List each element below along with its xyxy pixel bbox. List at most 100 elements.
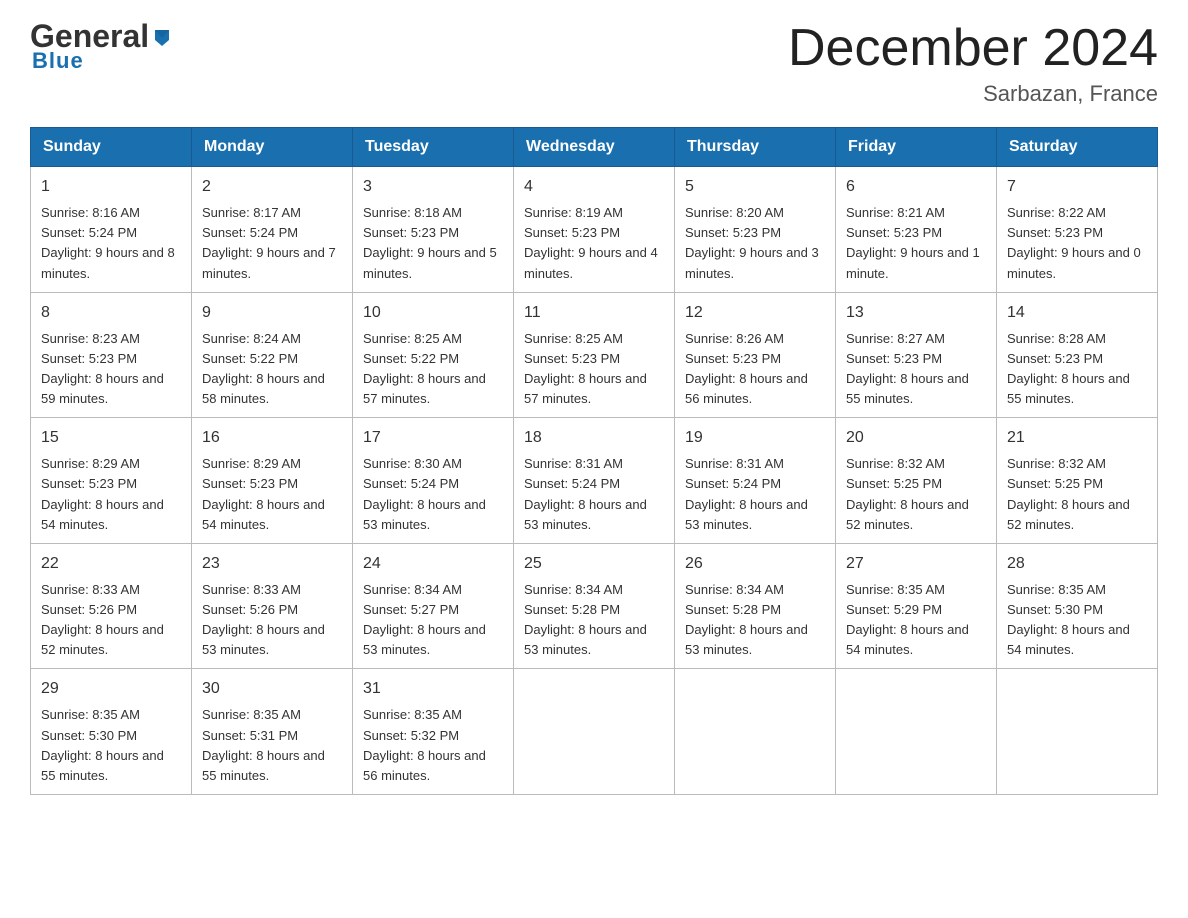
day-number: 19 bbox=[685, 426, 825, 450]
calendar-cell: 26Sunrise: 8:34 AMSunset: 5:28 PMDayligh… bbox=[675, 543, 836, 669]
calendar-body: 1 Sunrise: 8:16 AMSunset: 5:24 PMDaylight… bbox=[31, 167, 1158, 795]
day-info: Sunrise: 8:34 AMSunset: 5:28 PMDaylight:… bbox=[524, 580, 664, 661]
calendar-cell: 6 Sunrise: 8:21 AMSunset: 5:23 PMDaylight… bbox=[836, 167, 997, 293]
day-number: 5 bbox=[685, 175, 825, 199]
day-info: Sunrise: 8:35 AMSunset: 5:30 PMDaylight:… bbox=[41, 705, 181, 786]
calendar-cell: 30 Sunrise: 8:35 AMSunset: 5:31 PMDayligh… bbox=[192, 669, 353, 795]
day-info: Sunrise: 8:29 AMSunset: 5:23 PMDaylight:… bbox=[202, 454, 342, 535]
calendar-cell bbox=[836, 669, 997, 795]
calendar-cell: 2Sunrise: 8:17 AMSunset: 5:24 PMDaylight… bbox=[192, 167, 353, 293]
day-info: Sunrise: 8:31 AMSunset: 5:24 PMDaylight:… bbox=[524, 454, 664, 535]
day-number: 18 bbox=[524, 426, 664, 450]
calendar-cell: 28Sunrise: 8:35 AMSunset: 5:30 PMDayligh… bbox=[997, 543, 1158, 669]
day-header-wednesday: Wednesday bbox=[514, 128, 675, 167]
day-number: 25 bbox=[524, 552, 664, 576]
calendar-week-4: 22 Sunrise: 8:33 AMSunset: 5:26 PMDayligh… bbox=[31, 543, 1158, 669]
calendar-cell: 16 Sunrise: 8:29 AMSunset: 5:23 PMDayligh… bbox=[192, 418, 353, 544]
calendar-cell bbox=[514, 669, 675, 795]
day-number: 30 bbox=[202, 677, 342, 701]
day-number: 12 bbox=[685, 301, 825, 325]
calendar-cell: 10 Sunrise: 8:25 AMSunset: 5:22 PMDayligh… bbox=[353, 292, 514, 418]
calendar-cell: 25 Sunrise: 8:34 AMSunset: 5:28 PMDayligh… bbox=[514, 543, 675, 669]
day-number: 17 bbox=[363, 426, 503, 450]
day-info: Sunrise: 8:23 AMSunset: 5:23 PMDaylight:… bbox=[41, 329, 181, 410]
day-info: Sunrise: 8:35 AMSunset: 5:32 PMDaylight:… bbox=[363, 705, 503, 786]
calendar-week-2: 8 Sunrise: 8:23 AMSunset: 5:23 PMDaylight… bbox=[31, 292, 1158, 418]
day-number: 22 bbox=[41, 552, 181, 576]
day-number: 3 bbox=[363, 175, 503, 199]
day-header-tuesday: Tuesday bbox=[353, 128, 514, 167]
calendar-week-1: 1 Sunrise: 8:16 AMSunset: 5:24 PMDaylight… bbox=[31, 167, 1158, 293]
location: Sarbazan, France bbox=[788, 81, 1158, 107]
calendar-cell: 15 Sunrise: 8:29 AMSunset: 5:23 PMDayligh… bbox=[31, 418, 192, 544]
calendar-cell: 13 Sunrise: 8:27 AMSunset: 5:23 PMDayligh… bbox=[836, 292, 997, 418]
calendar-cell: 8 Sunrise: 8:23 AMSunset: 5:23 PMDaylight… bbox=[31, 292, 192, 418]
day-info: Sunrise: 8:34 AMSunset: 5:27 PMDaylight:… bbox=[363, 580, 503, 661]
title-area: December 2024 Sarbazan, France bbox=[788, 20, 1158, 107]
day-number: 21 bbox=[1007, 426, 1147, 450]
calendar-cell: 31 Sunrise: 8:35 AMSunset: 5:32 PMDayligh… bbox=[353, 669, 514, 795]
day-header-sunday: Sunday bbox=[31, 128, 192, 167]
day-info: Sunrise: 8:33 AMSunset: 5:26 PMDaylight:… bbox=[41, 580, 181, 661]
day-number: 28 bbox=[1007, 552, 1147, 576]
day-info: Sunrise: 8:29 AMSunset: 5:23 PMDaylight:… bbox=[41, 454, 181, 535]
calendar-cell: 22 Sunrise: 8:33 AMSunset: 5:26 PMDayligh… bbox=[31, 543, 192, 669]
day-number: 16 bbox=[202, 426, 342, 450]
calendar-cell: 27Sunrise: 8:35 AMSunset: 5:29 PMDayligh… bbox=[836, 543, 997, 669]
day-number: 24 bbox=[363, 552, 503, 576]
calendar-cell: 5 Sunrise: 8:20 AMSunset: 5:23 PMDaylight… bbox=[675, 167, 836, 293]
logo-blue-text: Blue bbox=[32, 48, 84, 74]
calendar-cell: 21Sunrise: 8:32 AMSunset: 5:25 PMDayligh… bbox=[997, 418, 1158, 544]
day-info: Sunrise: 8:26 AMSunset: 5:23 PMDaylight:… bbox=[685, 329, 825, 410]
day-number: 29 bbox=[41, 677, 181, 701]
day-number: 2 bbox=[202, 175, 342, 199]
calendar-cell: 11 Sunrise: 8:25 AMSunset: 5:23 PMDayligh… bbox=[514, 292, 675, 418]
calendar-cell: 29 Sunrise: 8:35 AMSunset: 5:30 PMDayligh… bbox=[31, 669, 192, 795]
calendar-cell: 24 Sunrise: 8:34 AMSunset: 5:27 PMDayligh… bbox=[353, 543, 514, 669]
day-info: Sunrise: 8:20 AMSunset: 5:23 PMDaylight:… bbox=[685, 203, 825, 284]
day-header-friday: Friday bbox=[836, 128, 997, 167]
calendar-cell: 12 Sunrise: 8:26 AMSunset: 5:23 PMDayligh… bbox=[675, 292, 836, 418]
day-header-saturday: Saturday bbox=[997, 128, 1158, 167]
day-info: Sunrise: 8:28 AMSunset: 5:23 PMDaylight:… bbox=[1007, 329, 1147, 410]
calendar-cell: 14Sunrise: 8:28 AMSunset: 5:23 PMDayligh… bbox=[997, 292, 1158, 418]
calendar-cell bbox=[675, 669, 836, 795]
day-info: Sunrise: 8:34 AMSunset: 5:28 PMDaylight:… bbox=[685, 580, 825, 661]
day-number: 11 bbox=[524, 301, 664, 325]
calendar-cell bbox=[997, 669, 1158, 795]
calendar-cell: 17 Sunrise: 8:30 AMSunset: 5:24 PMDayligh… bbox=[353, 418, 514, 544]
calendar-cell: 9Sunrise: 8:24 AMSunset: 5:22 PMDaylight… bbox=[192, 292, 353, 418]
day-number: 15 bbox=[41, 426, 181, 450]
day-info: Sunrise: 8:30 AMSunset: 5:24 PMDaylight:… bbox=[363, 454, 503, 535]
calendar-cell: 7Sunrise: 8:22 AMSunset: 5:23 PMDaylight… bbox=[997, 167, 1158, 293]
day-info: Sunrise: 8:25 AMSunset: 5:22 PMDaylight:… bbox=[363, 329, 503, 410]
day-number: 1 bbox=[41, 175, 181, 199]
day-number: 23 bbox=[202, 552, 342, 576]
day-info: Sunrise: 8:18 AMSunset: 5:23 PMDaylight:… bbox=[363, 203, 503, 284]
day-number: 10 bbox=[363, 301, 503, 325]
month-title: December 2024 bbox=[788, 20, 1158, 77]
calendar-cell: 18 Sunrise: 8:31 AMSunset: 5:24 PMDayligh… bbox=[514, 418, 675, 544]
calendar-table: SundayMondayTuesdayWednesdayThursdayFrid… bbox=[30, 127, 1158, 795]
day-number: 13 bbox=[846, 301, 986, 325]
day-info: Sunrise: 8:35 AMSunset: 5:31 PMDaylight:… bbox=[202, 705, 342, 786]
calendar-header: SundayMondayTuesdayWednesdayThursdayFrid… bbox=[31, 128, 1158, 167]
calendar-week-3: 15 Sunrise: 8:29 AMSunset: 5:23 PMDayligh… bbox=[31, 418, 1158, 544]
day-number: 31 bbox=[363, 677, 503, 701]
day-info: Sunrise: 8:16 AMSunset: 5:24 PMDaylight:… bbox=[41, 203, 181, 284]
day-info: Sunrise: 8:32 AMSunset: 5:25 PMDaylight:… bbox=[846, 454, 986, 535]
day-info: Sunrise: 8:22 AMSunset: 5:23 PMDaylight:… bbox=[1007, 203, 1147, 284]
day-info: Sunrise: 8:21 AMSunset: 5:23 PMDaylight:… bbox=[846, 203, 986, 284]
calendar-week-5: 29 Sunrise: 8:35 AMSunset: 5:30 PMDayligh… bbox=[31, 669, 1158, 795]
day-number: 8 bbox=[41, 301, 181, 325]
day-info: Sunrise: 8:19 AMSunset: 5:23 PMDaylight:… bbox=[524, 203, 664, 284]
day-info: Sunrise: 8:27 AMSunset: 5:23 PMDaylight:… bbox=[846, 329, 986, 410]
day-number: 4 bbox=[524, 175, 664, 199]
calendar-cell: 3 Sunrise: 8:18 AMSunset: 5:23 PMDaylight… bbox=[353, 167, 514, 293]
day-number: 6 bbox=[846, 175, 986, 199]
day-info: Sunrise: 8:25 AMSunset: 5:23 PMDaylight:… bbox=[524, 329, 664, 410]
logo-arrow-icon bbox=[151, 26, 173, 48]
days-header-row: SundayMondayTuesdayWednesdayThursdayFrid… bbox=[31, 128, 1158, 167]
day-number: 9 bbox=[202, 301, 342, 325]
calendar-cell: 4 Sunrise: 8:19 AMSunset: 5:23 PMDaylight… bbox=[514, 167, 675, 293]
